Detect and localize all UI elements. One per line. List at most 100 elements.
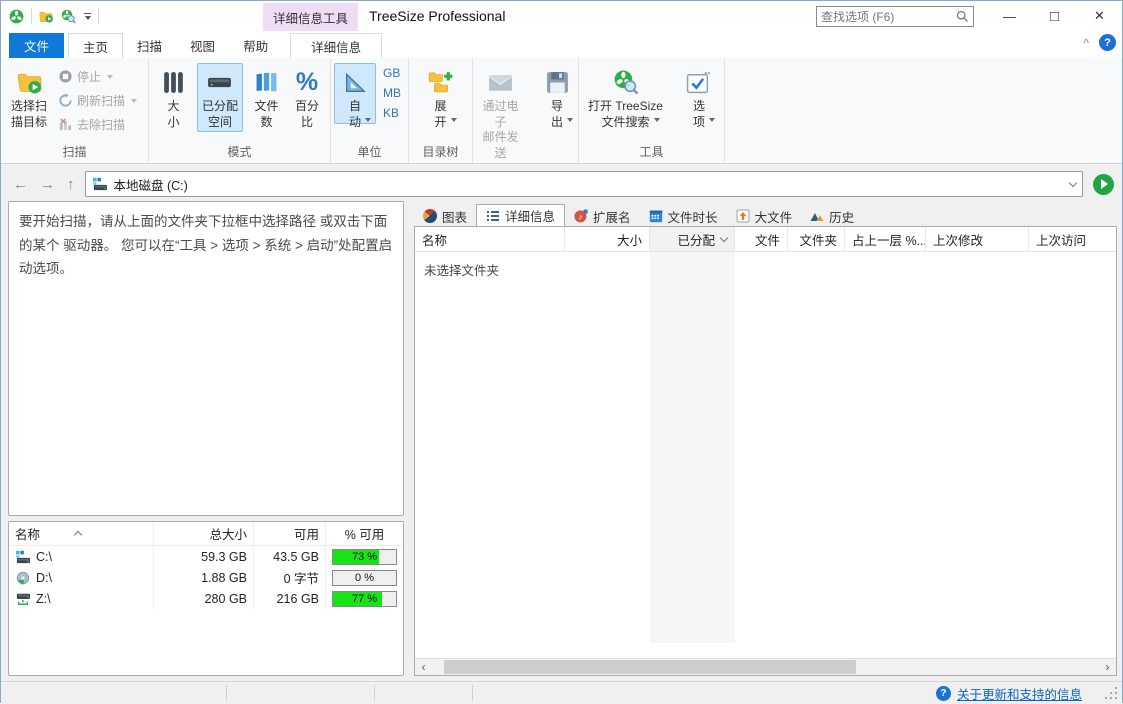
drive-row-z[interactable]: Z:\ 280 GB 216 GB 77 % — [9, 588, 403, 609]
extension-icon: ♪ — [574, 209, 588, 223]
open-file-search-button[interactable]: 打开 TreeSize 文件搜索 — [583, 63, 668, 124]
nav-back-icon[interactable]: ← — [13, 176, 28, 193]
mode-allocated-button[interactable]: 已分配 空间 — [197, 63, 243, 132]
options-button[interactable]: 选 项 — [678, 63, 720, 124]
file-search-quick-icon[interactable] — [61, 9, 76, 24]
optical-drive-icon — [15, 571, 31, 585]
minimize-button[interactable]: — — [987, 1, 1032, 31]
customize-toolbar-dropdown-icon[interactable] — [83, 13, 91, 20]
tab-home[interactable]: 主页 — [68, 33, 123, 58]
tab-extensions[interactable]: ♪ 扩展名 — [565, 206, 640, 227]
pie-chart-icon — [423, 209, 437, 223]
unit-gb-button[interactable]: GB — [379, 65, 405, 81]
treesize-file-search-icon — [612, 67, 639, 97]
drive-row-c[interactable]: C:\ 59.3 GB 43.5 GB 73 % — [9, 546, 403, 567]
find-option-searchbox[interactable] — [816, 6, 974, 27]
drive-col-name[interactable]: 名称 — [9, 522, 154, 545]
col-allocated[interactable]: 已分配 — [650, 227, 735, 251]
tab-help[interactable]: 帮助 — [229, 33, 282, 58]
treesize-logo-icon — [9, 9, 24, 24]
col-last-accessed[interactable]: 上次访问 — [1029, 227, 1115, 251]
drive-list-header: 名称 总大小 可用 % 可用 — [9, 522, 403, 546]
tab-details-view[interactable]: 详细信息 — [476, 204, 565, 227]
divider — [31, 8, 32, 24]
scrollbar-thumb[interactable] — [444, 660, 856, 674]
refresh-scan-button: 刷新扫描 — [58, 92, 137, 109]
close-button[interactable]: ✕ — [1077, 1, 1122, 31]
ribbon-group-tree: 展 开 目录树 — [409, 58, 473, 163]
unit-mb-button[interactable]: MB — [379, 85, 405, 101]
quick-access-toolbar — [1, 8, 99, 24]
scan-folder-icon[interactable] — [39, 9, 54, 24]
size-bars-icon — [160, 67, 187, 97]
hdd-drive-icon — [15, 550, 31, 564]
group-label-unit: 单位 — [331, 143, 408, 163]
col-percent-parent[interactable]: 占上一层 %... — [845, 227, 926, 251]
ribbon: 选择扫 描目标 停止 刷新扫描 — [1, 58, 1122, 164]
horizontal-scrollbar[interactable]: ‹ › — [415, 658, 1116, 675]
unit-auto-button[interactable]: 自 动 — [334, 63, 376, 124]
drive-row-d[interactable]: D:\ 1.88 GB 0 字节 0 % — [9, 567, 403, 588]
remove-scan-button: 去除扫描 — [58, 116, 137, 133]
select-scan-target-button[interactable]: 选择扫 描目标 — [6, 63, 52, 132]
drive-col-total[interactable]: 总大小 — [154, 522, 254, 545]
path-combobox[interactable]: 本地磁盘 (C:) — [85, 171, 1084, 197]
results-tab-bar: 图表 详细信息 ♪ 扩展名 — [414, 204, 1117, 227]
tab-scan[interactable]: 扫描 — [123, 33, 176, 58]
export-button[interactable]: 导 出 — [536, 63, 578, 124]
email-icon — [487, 67, 514, 97]
nav-up-icon[interactable]: ↑ — [67, 176, 75, 193]
search-input[interactable] — [821, 10, 956, 24]
update-support-link[interactable]: 关于更新和支持的信息 — [957, 684, 1082, 703]
sort-ascending-icon — [74, 531, 82, 539]
col-last-modified[interactable]: 上次修改 — [926, 227, 1029, 251]
drive-col-percent[interactable]: % 可用 — [326, 522, 403, 545]
scrollbar-track[interactable] — [432, 659, 1099, 675]
select-target-folder-icon — [16, 67, 43, 97]
ribbon-group-mode: 大 小 已分配 空间 文件 数 % 百分 比 — [149, 58, 331, 163]
calendar-icon — [649, 209, 663, 223]
sort-dropdown-icon[interactable] — [720, 233, 728, 241]
titlebar: 详细信息工具 TreeSize Professional — □ ✕ — [1, 1, 1122, 31]
tab-file[interactable]: 文件 — [9, 33, 64, 58]
remove-scan-icon — [58, 117, 73, 132]
col-files[interactable]: 文件 — [735, 227, 788, 251]
tab-details-context[interactable]: 详细信息 — [290, 33, 382, 58]
resize-grip[interactable] — [1110, 692, 1112, 694]
tab-large-files[interactable]: 大文件 — [727, 206, 802, 227]
send-email-button: 通过电子 邮件发送 — [473, 63, 528, 163]
expand-button[interactable]: 展 开 — [420, 63, 462, 124]
scroll-right-icon[interactable]: › — [1099, 659, 1116, 675]
group-label-tools: 工具 — [579, 143, 724, 163]
unit-kb-button[interactable]: KB — [379, 105, 405, 121]
svg-text:♪: ♪ — [578, 211, 582, 221]
network-drive-icon — [15, 592, 31, 606]
combobox-dropdown-icon[interactable] — [1069, 178, 1077, 186]
mode-percent-button[interactable]: % 百分 比 — [290, 63, 324, 132]
free-space-bar: 73 % — [332, 549, 397, 565]
treesize-window: 详细信息工具 TreeSize Professional — □ ✕ 文件 主页… — [0, 0, 1123, 703]
window-controls: — □ ✕ — [987, 1, 1122, 31]
tab-chart[interactable]: 图表 — [414, 206, 476, 227]
col-size[interactable]: 大小 — [565, 227, 650, 251]
ribbon-group-tools: 打开 TreeSize 文件搜索 选 项 工具 — [579, 58, 725, 163]
tab-history[interactable]: 历史 — [801, 206, 863, 227]
free-space-bar: 77 % — [332, 591, 397, 607]
col-folders[interactable]: 文件夹 — [788, 227, 845, 251]
drive-col-free[interactable]: 可用 — [254, 522, 326, 545]
tab-file-age[interactable]: 文件时长 — [640, 206, 727, 227]
mode-file-count-button[interactable]: 文件 数 — [248, 63, 285, 132]
maximize-button[interactable]: □ — [1032, 1, 1077, 31]
scroll-left-icon[interactable]: ‹ — [415, 659, 432, 675]
ribbon-group-scan: 选择扫 描目标 停止 刷新扫描 — [1, 58, 149, 163]
group-label-scan: 扫描 — [1, 143, 148, 163]
group-label-tree: 目录树 — [409, 143, 472, 163]
auto-unit-triangle-icon — [342, 67, 369, 97]
start-scan-go-button[interactable] — [1093, 174, 1114, 195]
collapse-ribbon-icon[interactable]: ^ — [1083, 36, 1089, 50]
nav-forward-icon[interactable]: → — [40, 176, 55, 193]
mode-size-button[interactable]: 大 小 — [155, 63, 192, 132]
tab-view[interactable]: 视图 — [176, 33, 229, 58]
col-name[interactable]: 名称 — [415, 227, 565, 251]
help-icon[interactable]: ? — [1099, 34, 1116, 51]
